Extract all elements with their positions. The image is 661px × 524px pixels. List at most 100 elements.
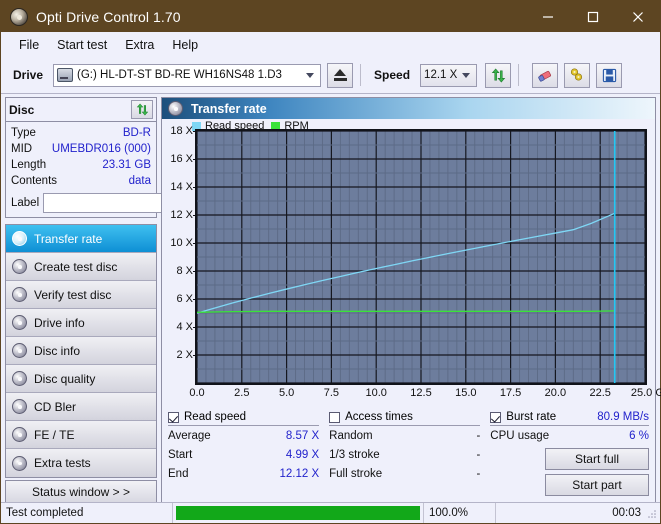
sidebar-item-label: Create test disc [34, 260, 117, 274]
drive-label: Drive [13, 68, 43, 82]
sidebar-item-label: FE / TE [34, 428, 74, 442]
stat-row-random: Random - [329, 426, 480, 445]
sidebar-item-disc-info[interactable]: Disc info [6, 337, 156, 365]
sidebar-item-label: Transfer rate [34, 232, 102, 246]
panel-header: Transfer rate [162, 98, 655, 119]
access-times-header: Access times [329, 411, 480, 426]
stat-value-cpu-usage: 6 % [629, 427, 649, 445]
disc-value-mid: UMEBDR016 (000) [52, 141, 151, 157]
progress-percent: 100.0% [424, 503, 496, 523]
stat-value-full-stroke: - [476, 465, 480, 483]
toolbar-divider-2 [518, 64, 519, 86]
sidebar-item-label: Disc quality [34, 372, 95, 386]
main-content: Disc Type BD-R MID UMEBDR016 (000) [1, 94, 660, 504]
toolbar: Drive (G:) HL-DT-ST BD-RE WH16NS48 1.D3 … [1, 57, 660, 94]
chart-plot-area[interactable]: 2 X4 X6 X8 X10 X12 X14 X16 X18 X0.02.55.… [195, 129, 647, 385]
access-times-checkbox[interactable] [329, 412, 340, 423]
disc-info-rows: Type BD-R MID UMEBDR016 (000) Length 23.… [6, 122, 156, 217]
chevron-down-icon [462, 73, 470, 78]
y-axis-tick-label: 6 X [176, 293, 193, 305]
sidebar-item-cd-bler[interactable]: CD Bler [6, 393, 156, 421]
y-axis-tick-mark [193, 159, 197, 160]
transfer-rate-chart: Read speed RPM 2 X4 X6 X8 X10 X12 X14 X1… [162, 119, 655, 407]
disc-icon [12, 371, 27, 386]
menu-item-file[interactable]: File [10, 35, 48, 55]
burst-rate-checkbox[interactable] [490, 412, 501, 423]
x-axis-tick-label: 15.0 [455, 387, 476, 399]
tools-button[interactable] [564, 63, 590, 88]
stat-key-cpu-usage: CPU usage [490, 427, 549, 445]
menu-item-start-test[interactable]: Start test [48, 35, 116, 55]
sidebar-item-disc-quality[interactable]: Disc quality [6, 365, 156, 393]
x-axis-tick-label: 2.5 [234, 387, 249, 399]
menu-item-help[interactable]: Help [163, 35, 207, 55]
disc-key-contents: Contents [11, 173, 57, 189]
stat-key-full-stroke: Full stroke [329, 465, 382, 483]
stat-key-end: End [168, 465, 188, 483]
y-axis-tick-label: 4 X [176, 321, 193, 333]
minimize-icon[interactable] [525, 1, 570, 32]
refresh-icon [136, 103, 149, 116]
sidebar-item-transfer-rate[interactable]: Transfer rate [6, 225, 156, 253]
stat-row-average: Average 8.57 X [168, 426, 319, 445]
sidebar-item-extra-tests[interactable]: Extra tests [6, 449, 156, 477]
maximize-icon[interactable] [570, 1, 615, 32]
read-speed-header: Read speed [168, 411, 319, 426]
window-controls [525, 1, 660, 32]
refresh-button[interactable] [485, 63, 511, 88]
menu-item-extra[interactable]: Extra [116, 35, 163, 55]
sidebar-item-label: CD Bler [34, 400, 76, 414]
stat-value-start: 4.99 X [286, 446, 319, 464]
speed-select[interactable]: 12.1 X [420, 64, 477, 87]
statistics-panel: Read speed Average 8.57 X Start 4.99 X E… [162, 407, 655, 503]
resize-grip-icon[interactable] [646, 508, 660, 518]
start-full-button[interactable]: Start full [545, 448, 649, 470]
y-axis-tick-mark [193, 243, 197, 244]
sidebar-item-fe-te[interactable]: FE / TE [6, 421, 156, 449]
erase-button[interactable] [532, 63, 558, 88]
action-buttons: Start full Start part [490, 448, 649, 496]
wrench-icon [569, 67, 585, 83]
sidebar-item-drive-info[interactable]: Drive info [6, 309, 156, 337]
status-window-button[interactable]: Status window > > [5, 480, 157, 504]
window-title: Opti Drive Control 1.70 [36, 9, 181, 25]
speed-select-value: 12.1 X [424, 69, 457, 81]
drive-select[interactable]: (G:) HL-DT-ST BD-RE WH16NS48 1.D3 [53, 64, 321, 87]
progress-bar [173, 503, 424, 523]
stat-key-average: Average [168, 427, 211, 445]
stat-row-end: End 12.12 X [168, 464, 319, 483]
close-icon[interactable] [615, 1, 660, 32]
save-button[interactable] [596, 63, 622, 88]
y-axis-tick-mark [193, 215, 197, 216]
y-axis-tick-mark [193, 299, 197, 300]
speed-label: Speed [374, 68, 410, 82]
stat-key-third-stroke: 1/3 stroke [329, 446, 380, 464]
status-bar: Test completed 100.0% 00:03 [1, 502, 660, 523]
y-axis-tick-mark [193, 131, 197, 132]
disc-icon [12, 315, 27, 330]
sidebar-item-create-test-disc[interactable]: Create test disc [6, 253, 156, 281]
disc-icon [12, 343, 27, 358]
toolbar-divider-1 [360, 64, 361, 86]
y-axis-tick-label: 16 X [170, 153, 193, 165]
disc-icon [12, 427, 27, 442]
stat-row-third-stroke: 1/3 stroke - [329, 445, 480, 464]
start-part-button[interactable]: Start part [545, 474, 649, 496]
disc-key-mid: MID [11, 141, 32, 157]
read-speed-label: Read speed [184, 411, 246, 423]
sidebar-item-label: Drive info [34, 316, 85, 330]
disc-refresh-button[interactable] [131, 100, 153, 119]
disc-value-length: 23.31 GB [102, 157, 151, 173]
status-message: Test completed [1, 503, 173, 523]
access-times-stats: Access times Random - 1/3 stroke - Full … [329, 411, 490, 503]
eject-button[interactable] [327, 63, 353, 88]
x-axis-tick-label: 5.0 [279, 387, 294, 399]
disc-panel-header: Disc [6, 98, 156, 122]
sidebar-item-verify-test-disc[interactable]: Verify test disc [6, 281, 156, 309]
y-axis-tick-mark [193, 327, 197, 328]
page-title: Transfer rate [191, 102, 267, 116]
read-speed-checkbox[interactable] [168, 412, 179, 423]
disc-value-contents: data [129, 173, 151, 189]
disc-info-panel: Disc Type BD-R MID UMEBDR016 (000) [5, 97, 157, 218]
disc-panel-title: Disc [9, 103, 34, 117]
